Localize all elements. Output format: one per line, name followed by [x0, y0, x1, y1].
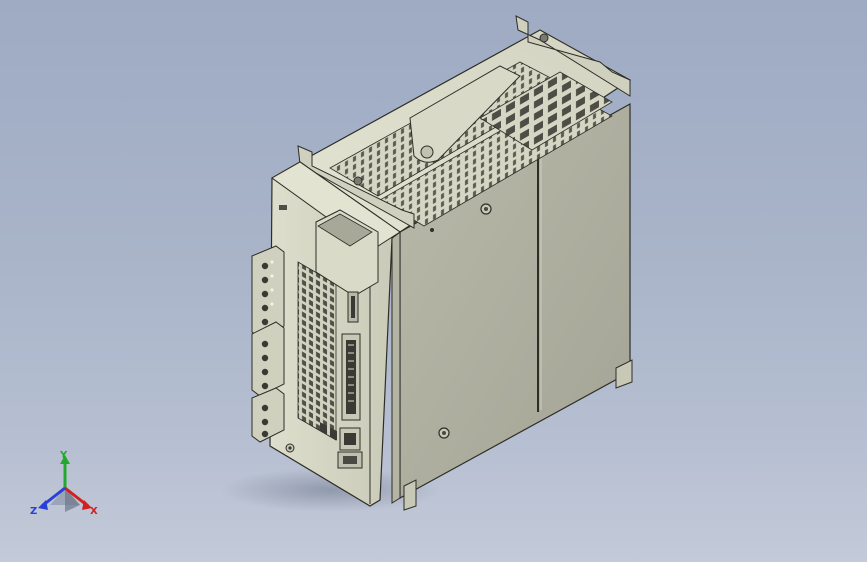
connector-bottom[interactable]: [337, 451, 363, 469]
screw-icon: [480, 203, 492, 215]
screw-icon: [438, 427, 450, 439]
connector-usb[interactable]: [347, 291, 359, 323]
servo-drive-3d-model[interactable]: [0, 0, 867, 562]
cad-graphics-viewport[interactable]: Y X Z: [0, 0, 867, 562]
connector-encoder[interactable]: [339, 427, 361, 451]
connector-cn1-io[interactable]: [341, 333, 361, 421]
triad-x-label: X: [90, 506, 98, 517]
coordinate-triad: [38, 455, 92, 512]
terminal-block-motor[interactable]: [251, 321, 285, 397]
triad-y-label: Y: [60, 450, 68, 461]
ground-screw-icon: [285, 443, 295, 453]
triad-z-label: Z: [30, 506, 38, 517]
